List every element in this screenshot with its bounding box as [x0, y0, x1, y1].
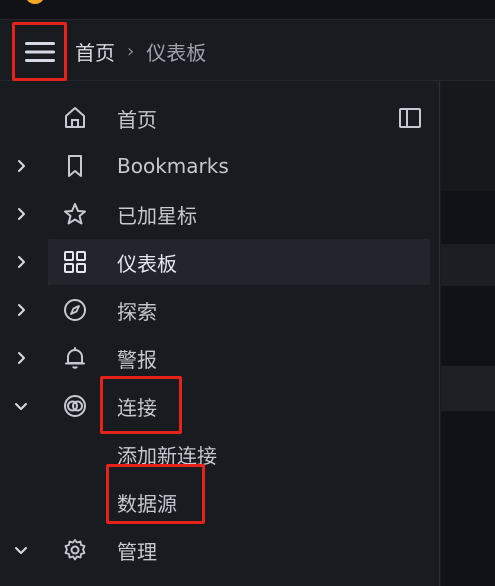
- sidebar-item-label: 首页: [117, 107, 157, 132]
- sidebar-item-label: 管理: [117, 539, 157, 564]
- sidebar-item-label: 仪表板: [117, 251, 177, 276]
- chevron-right-icon[interactable]: [14, 159, 28, 173]
- sidebar-item-dashboards[interactable]: 仪表板: [48, 239, 430, 285]
- star-icon: [64, 203, 86, 225]
- chevron-right-icon[interactable]: [14, 303, 28, 317]
- main-panel-band: [441, 81, 495, 191]
- connections-icon: [64, 395, 86, 417]
- dock-menu-icon[interactable]: [398, 106, 422, 130]
- chevron-right-icon[interactable]: [14, 255, 28, 269]
- main-panel-band: [441, 244, 495, 286]
- sidebar-item-label: 已加星标: [117, 203, 197, 228]
- compass-icon: [64, 299, 86, 321]
- bell-icon: [65, 347, 85, 369]
- breadcrumb-current: 仪表板: [146, 40, 207, 65]
- grafana-logo-icon[interactable]: [18, 0, 52, 12]
- sidebar-nav: 首页 Bookmarks 已加星标 仪表板 探索 警报 连接 添加新连接 数据源…: [0, 81, 440, 586]
- apps-icon: [64, 251, 86, 273]
- sidebar-item-label: Bookmarks: [117, 154, 229, 178]
- chevron-right-icon[interactable]: [14, 351, 28, 365]
- top-strip: [0, 0, 495, 20]
- sidebar-item-alerting[interactable]: 警报: [0, 335, 430, 381]
- sidebar-item-bookmarks[interactable]: Bookmarks: [0, 143, 430, 189]
- chevron-right-icon[interactable]: [14, 207, 28, 221]
- hamburger-menu-icon: [24, 41, 55, 62]
- bookmark-icon: [68, 155, 82, 177]
- sidebar-subitem-data-sources[interactable]: 数据源: [0, 479, 430, 525]
- sidebar-item-label: 探索: [117, 299, 157, 324]
- sidebar-item-connections[interactable]: 连接: [0, 383, 430, 429]
- annotation-highlight-box: [106, 464, 205, 524]
- sidebar-item-administration[interactable]: 管理: [0, 527, 430, 573]
- breadcrumb-separator: ›: [127, 40, 135, 62]
- sidebar-item-home[interactable]: 首页: [0, 95, 430, 141]
- cog-icon: [64, 539, 86, 561]
- chevron-down-icon[interactable]: [14, 543, 28, 557]
- chevron-down-icon[interactable]: [14, 399, 28, 413]
- home-icon: [65, 107, 85, 128]
- breadcrumb-home-link[interactable]: 首页: [75, 37, 115, 66]
- sidebar-subitem-add-connection[interactable]: 添加新连接: [0, 431, 430, 477]
- main-content: [441, 81, 495, 586]
- sidebar-item-dashboards-chevron[interactable]: [0, 239, 48, 285]
- sidebar-item-starred[interactable]: 已加星标: [0, 191, 430, 237]
- breadcrumb: 首页 › 仪表板: [75, 37, 207, 66]
- menu-toggle-button[interactable]: [12, 22, 67, 81]
- main-panel-band: [441, 366, 495, 411]
- sidebar-item-explore[interactable]: 探索: [0, 287, 430, 333]
- annotation-highlight-box: [100, 376, 182, 434]
- sidebar-item-label: 警报: [117, 347, 157, 372]
- top-header: 首页 › 仪表板: [0, 20, 495, 81]
